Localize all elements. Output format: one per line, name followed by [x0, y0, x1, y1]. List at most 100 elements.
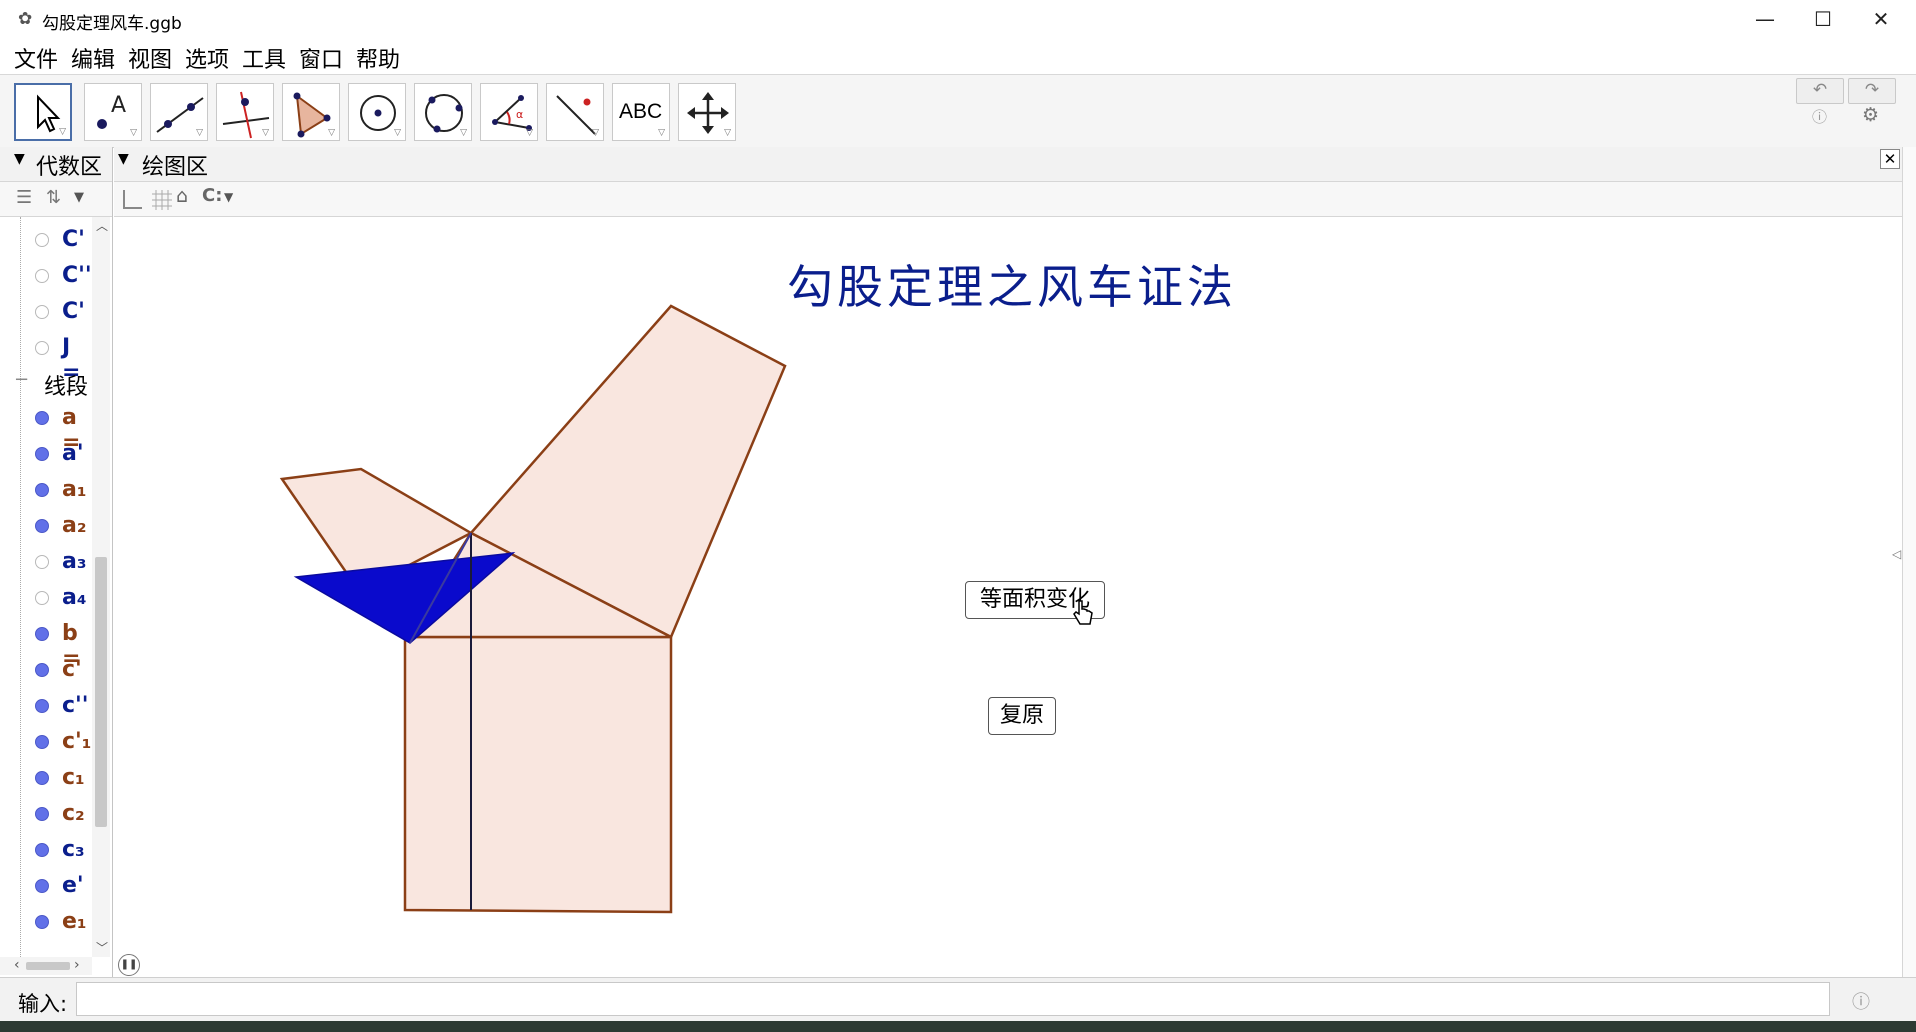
list-item[interactable]: c₃ [0, 833, 92, 869]
close-view-icon[interactable]: ✕ [1880, 149, 1900, 169]
menu-help[interactable]: 帮助 [356, 42, 400, 74]
collapse-minus-icon[interactable]: − [14, 369, 29, 390]
sort-dropdown-icon[interactable]: ▼ [74, 190, 84, 205]
object-label: C' [62, 299, 85, 324]
visibility-toggle[interactable] [35, 879, 49, 893]
list-item[interactable]: c₂ [0, 797, 92, 833]
scroll-down-icon[interactable]: ﹀ [96, 939, 108, 956]
input-help-icon[interactable]: ⓘ [1852, 988, 1870, 1014]
perpendicular-line-tool-button[interactable]: ▽ [216, 83, 274, 141]
capture-dropdown-icon[interactable]: ▼ [224, 190, 233, 204]
algebra-horizontal-scrollbar[interactable]: ‹ › [0, 957, 92, 975]
object-label: c₁ [62, 765, 85, 790]
point-capture-icon[interactable]: C: [202, 185, 222, 206]
sort-icon[interactable]: ⇅ [46, 187, 61, 208]
graphics-canvas[interactable]: 勾股定理之风车证法 等面积变化 复原 ❚❚ ◁ [114, 217, 1901, 977]
graphics-style-bar: ⌂ C: ▼ [114, 182, 1902, 217]
move-view-tool-button[interactable]: ▽ [678, 83, 736, 141]
group-label-segments: 线段 [44, 375, 89, 400]
maximize-button[interactable]: ☐ [1794, 0, 1852, 38]
algebra-header: ▼ 代数区 [0, 147, 112, 182]
list-item[interactable]: J = [0, 331, 92, 385]
list-item[interactable]: C' [0, 295, 92, 331]
visibility-toggle[interactable] [35, 555, 49, 569]
right-panel-edge [1902, 147, 1916, 977]
collapse-triangle-icon[interactable]: ▼ [118, 151, 129, 167]
visibility-toggle[interactable] [35, 341, 49, 355]
expand-panel-icon[interactable]: ◁ [1892, 547, 1901, 561]
hand-cursor-icon [1073, 600, 1093, 625]
visibility-toggle[interactable] [35, 627, 49, 641]
list-item[interactable]: a₂ [0, 509, 92, 545]
settings-gear-icon[interactable]: ⚙ [1862, 104, 1879, 126]
visibility-toggle[interactable] [35, 807, 49, 821]
visibility-toggle[interactable] [35, 663, 49, 677]
grid-toggle-icon[interactable] [150, 188, 172, 210]
circle-three-points-tool-button[interactable]: ▽ [414, 83, 472, 141]
menu-window[interactable]: 窗口 [299, 42, 343, 74]
move-tool-button[interactable]: ▽ [14, 83, 72, 141]
pause-animation-icon[interactable]: ❚❚ [118, 954, 140, 976]
redo-button[interactable]: ↷ [1848, 78, 1896, 104]
list-item[interactable]: e₁ [0, 905, 92, 941]
circle-center-point-tool-button[interactable]: ▽ [348, 83, 406, 141]
menu-file[interactable]: 文件 [14, 42, 58, 74]
menu-view[interactable]: 视图 [128, 42, 172, 74]
input-field[interactable] [76, 982, 1830, 1016]
point-tool-button[interactable]: A ▽ [84, 83, 142, 141]
visibility-toggle[interactable] [35, 519, 49, 533]
minimize-button[interactable]: — [1736, 0, 1794, 38]
list-item[interactable]: a = [0, 401, 92, 455]
object-label: c₃ [62, 837, 85, 862]
scroll-thumb[interactable] [95, 557, 107, 827]
list-item[interactable]: a₄ [0, 581, 92, 617]
list-item[interactable]: c'₁ [0, 725, 92, 761]
list-item[interactable]: a₃ [0, 545, 92, 581]
list-item[interactable]: c' [0, 653, 92, 689]
visibility-toggle[interactable] [35, 735, 49, 749]
help-icon[interactable]: ⓘ [1812, 106, 1827, 127]
visibility-toggle[interactable] [35, 843, 49, 857]
list-item[interactable]: b = [0, 617, 92, 671]
visibility-toggle[interactable] [35, 915, 49, 929]
reset-button[interactable]: 复原 [988, 697, 1056, 735]
polygon-tool-button[interactable]: ▽ [282, 83, 340, 141]
list-item[interactable]: a' [0, 437, 92, 473]
list-item[interactable]: a₁ [0, 473, 92, 509]
scroll-up-icon[interactable]: ︿ [96, 217, 108, 234]
home-icon[interactable]: ⌂ [176, 185, 188, 207]
collapse-triangle-icon[interactable]: ▼ [14, 151, 25, 167]
angle-tool-button[interactable]: α ▽ [480, 83, 538, 141]
menu-tools[interactable]: 工具 [242, 42, 286, 74]
visibility-toggle[interactable] [35, 411, 49, 425]
visibility-toggle[interactable] [35, 483, 49, 497]
algebra-vertical-scrollbar[interactable]: ︿ ﹀ [92, 217, 110, 957]
menu-edit[interactable]: 编辑 [71, 42, 115, 74]
visibility-toggle[interactable] [35, 269, 49, 283]
line-tool-button[interactable]: ▽ [150, 83, 208, 141]
list-item[interactable]: c'' [0, 689, 92, 725]
list-item[interactable]: C'' [0, 259, 92, 295]
object-label: a' [62, 441, 84, 466]
scroll-right-icon[interactable]: › [74, 957, 80, 973]
visibility-toggle[interactable] [35, 591, 49, 605]
list-item[interactable]: c₁ [0, 761, 92, 797]
list-item[interactable]: e' [0, 869, 92, 905]
list-item[interactable]: C' [0, 223, 92, 259]
reflect-tool-button[interactable]: ▽ [546, 83, 604, 141]
group-header[interactable]: − 线段 [0, 365, 92, 401]
description-mode-icon[interactable]: ☰ [16, 187, 32, 208]
visibility-toggle[interactable] [35, 699, 49, 713]
axes-toggle-icon[interactable] [120, 188, 142, 210]
visibility-toggle[interactable] [35, 233, 49, 247]
text-tool-button[interactable]: ABC ▽ [612, 83, 670, 141]
visibility-toggle[interactable] [35, 305, 49, 319]
close-window-button[interactable]: ✕ [1852, 0, 1910, 38]
square-on-hypotenuse[interactable] [403, 635, 673, 914]
visibility-toggle[interactable] [35, 447, 49, 461]
undo-button[interactable]: ↶ [1796, 78, 1844, 104]
visibility-toggle[interactable] [35, 771, 49, 785]
scroll-left-icon[interactable]: ‹ [14, 957, 20, 973]
menu-options[interactable]: 选项 [185, 42, 229, 74]
scroll-thumb[interactable] [26, 962, 70, 970]
